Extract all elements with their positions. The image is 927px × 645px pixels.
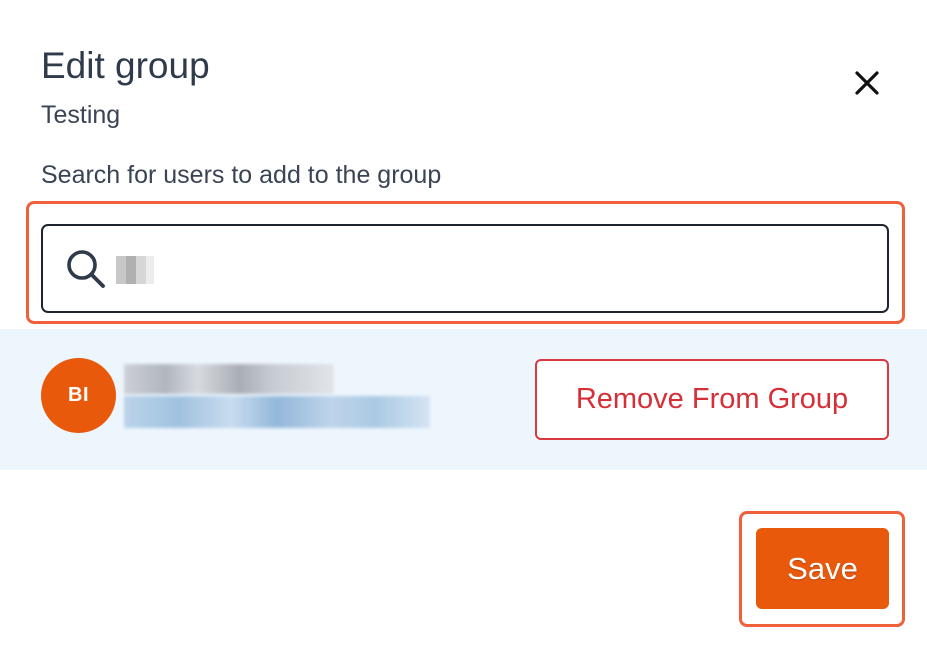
member-name-redacted (124, 364, 334, 394)
remove-from-group-button[interactable]: Remove From Group (535, 359, 889, 440)
avatar: BI (41, 358, 116, 433)
search-field[interactable] (41, 224, 889, 313)
search-query-redacted (116, 256, 162, 284)
close-icon (854, 70, 880, 101)
search-label: Search for users to add to the group (41, 161, 442, 189)
search-input[interactable] (115, 247, 859, 290)
member-email-redacted (124, 396, 430, 428)
search-icon (63, 246, 109, 292)
edit-group-dialog: Edit group Testing Search for users to a… (0, 0, 927, 645)
dialog-title: Edit group (41, 45, 210, 86)
group-name: Testing (41, 101, 121, 129)
close-button[interactable] (848, 66, 886, 104)
save-button[interactable]: Save (756, 528, 889, 609)
